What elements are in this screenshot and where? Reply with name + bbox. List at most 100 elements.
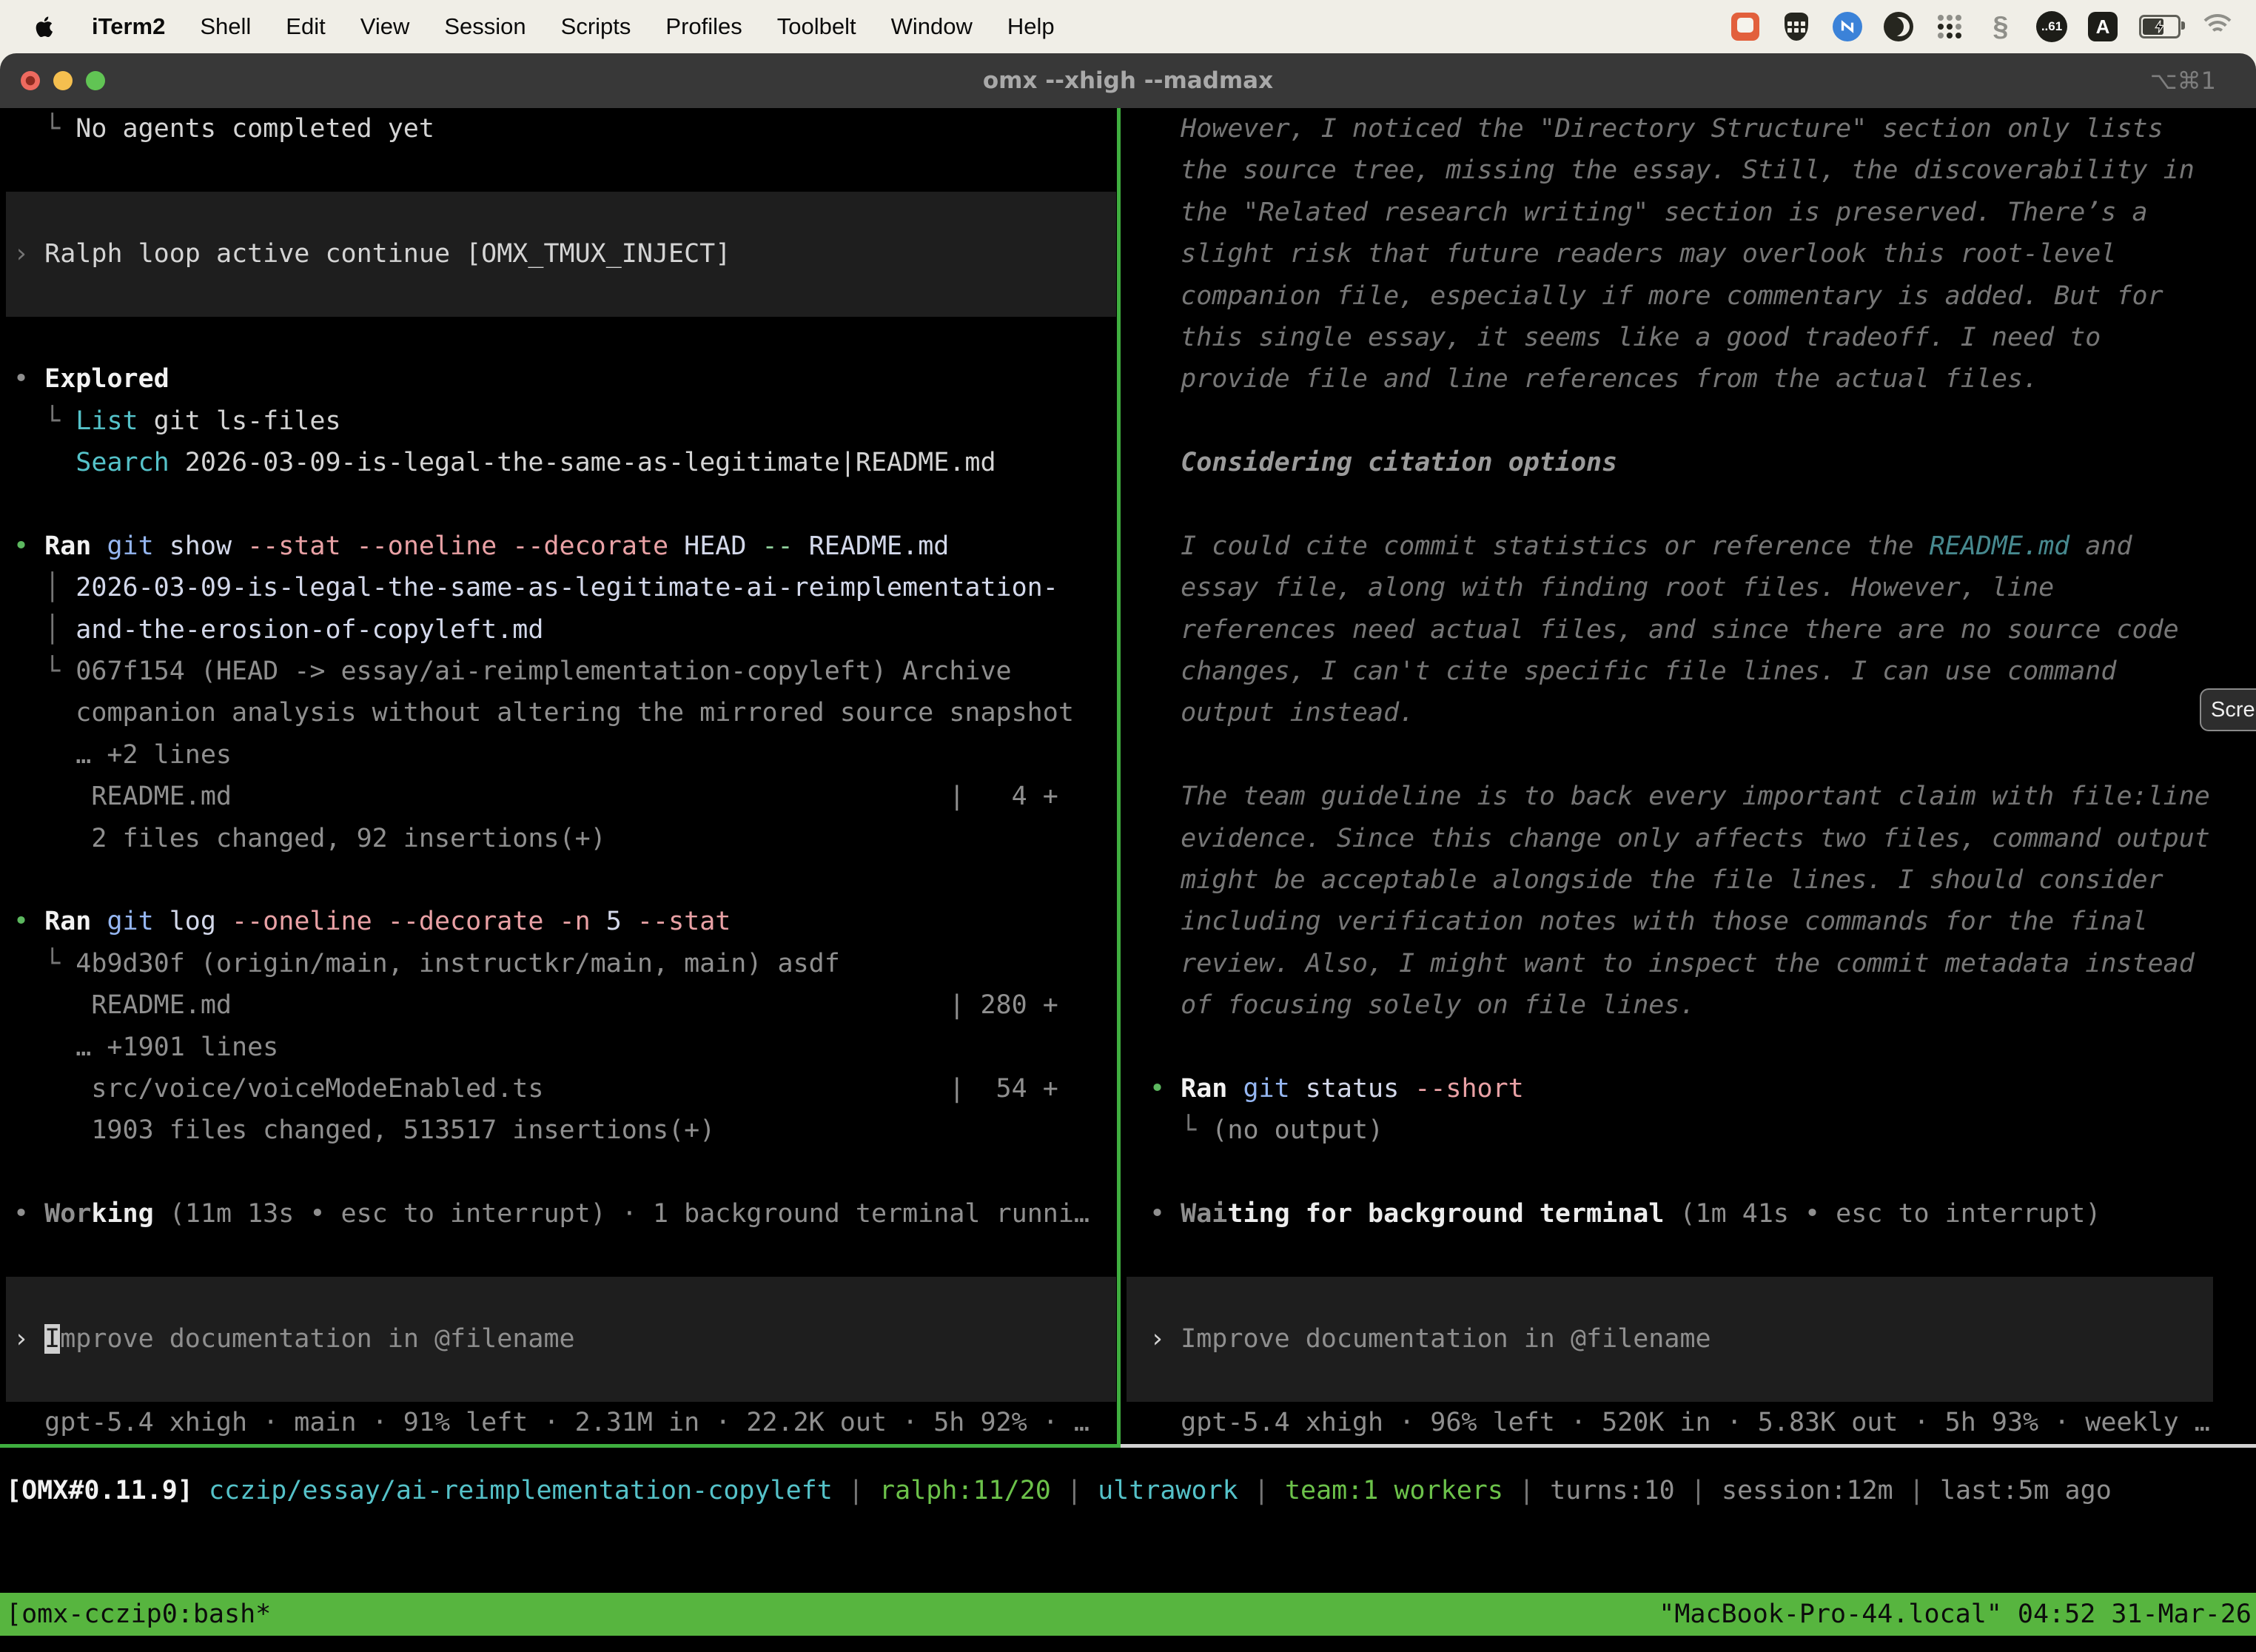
dots-grid-icon[interactable] <box>1934 11 1965 42</box>
terminal-row: Search 2026-03-09-is-legal-the-same-as-l… <box>0 442 1117 483</box>
apple-menu-icon[interactable] <box>33 12 58 41</box>
right-model-status-line: gpt-5.4 xhigh · 96% left · 520K in · 5.8… <box>1121 1402 2256 1443</box>
pane-divider[interactable] <box>1117 108 1121 1445</box>
terminal-row: • Working (11m 13s • esc to interrupt) ·… <box>0 1193 1117 1235</box>
right-prompt-lines: › Improve documentation in @filename <box>1127 1277 2213 1402</box>
terminal-row <box>0 317 1117 358</box>
pane-bottom-border-inactive <box>1121 1444 2256 1448</box>
terminal-row: › Improve documentation in @filename <box>6 1318 1116 1360</box>
terminal-row <box>6 1277 1116 1318</box>
terminal-row: … +1901 lines <box>0 1027 1117 1068</box>
omx-status-line: [OMX#0.11.9] cczip/essay/ai-reimplementa… <box>0 1470 2256 1511</box>
terminal-row: gpt-5.4 xhigh · main · 91% left · 2.31M … <box>0 1402 1117 1443</box>
right-prompt-box[interactable]: › Improve documentation in @filename <box>1127 1277 2213 1402</box>
terminal-row: • Explored <box>0 358 1117 400</box>
terminal-row: • Waiting for background terminal (1m 41… <box>1121 1193 2256 1235</box>
terminal-row: └ No agents completed yet <box>0 108 1117 150</box>
terminal-row: README.md | 4 + <box>0 776 1117 817</box>
terminal-row <box>1127 1277 2213 1318</box>
terminal-row <box>0 484 1117 526</box>
terminal-row <box>0 1235 1117 1277</box>
terminal-row: provide file and line references from th… <box>1121 358 2256 400</box>
menu-item-view[interactable]: View <box>360 13 410 39</box>
terminal-row: changes, I can't cite specific file line… <box>1121 651 2256 692</box>
left-pane-top-lines: └ No agents completed yet <box>0 108 1117 192</box>
menu-item-window[interactable]: Window <box>891 13 973 39</box>
menu-item-profiles[interactable]: Profiles <box>665 13 742 39</box>
terminal-row: this single essay, it seems like a good … <box>1121 317 2256 358</box>
terminal-row: output instead. <box>1121 692 2256 733</box>
screen: iTerm2 Shell Edit View Session Scripts Profile… <box>0 0 2256 1652</box>
left-prompt-box[interactable]: › Improve documentation in @filename <box>6 1277 1116 1402</box>
terminal-row: └ (no output) <box>1121 1109 2256 1151</box>
tmux-session-label[interactable]: [omx-cczip0:bash* <box>0 1593 271 1636</box>
terminal-row <box>0 150 1117 191</box>
terminal-row: • Ran git log --oneline --decorate -n 5 … <box>0 901 1117 942</box>
moon-icon[interactable] <box>1883 11 1914 42</box>
terminal-row <box>6 192 1116 233</box>
a-square-icon[interactable]: A <box>2087 11 2118 42</box>
terminal-row: 2 files changed, 92 insertions(+) <box>0 818 1117 859</box>
screen-notification-tooltip[interactable]: Scre <box>2200 688 2256 731</box>
window-title: omx --xhigh --madmax <box>0 53 2256 108</box>
pane-bottom-border-active <box>0 1444 1121 1448</box>
left-prompt-lines: › Improve documentation in @filename <box>6 1277 1116 1402</box>
terminal-row: └ 067f154 (HEAD -> essay/ai-reimplementa… <box>0 651 1117 692</box>
left-pane-body-lines: • Explored └ List git ls-files Search 20… <box>0 317 1117 1277</box>
terminal-row <box>1121 734 2256 776</box>
window-shortcut-badge: ⌥⌘1 <box>2150 53 2216 108</box>
menu-item-shell[interactable]: Shell <box>200 13 251 39</box>
terminal-row: └ List git ls-files <box>0 400 1117 442</box>
window-title-bar[interactable]: omx --xhigh --madmax ⌥⌘1 <box>0 53 2256 108</box>
right-pane[interactable]: However, I noticed the "Directory Struct… <box>1121 108 2256 1444</box>
menu-items: iTerm2 Shell Edit View Session Scripts Profile… <box>92 13 1090 40</box>
terminal-row: gpt-5.4 xhigh · 96% left · 520K in · 5.8… <box>1121 1402 2256 1443</box>
terminal-row <box>0 1152 1117 1193</box>
terminal-row: • Ran git status --short <box>1121 1068 2256 1109</box>
terminal-row: might be acceptable alongside the file l… <box>1121 859 2256 901</box>
terminal-row: companion file, especially if more comme… <box>1121 275 2256 317</box>
terminal-row <box>1121 484 2256 526</box>
ralph-loop-lines: › Ralph loop active continue [OMX_TMUX_I… <box>6 192 1116 317</box>
blue-badge-icon[interactable] <box>1832 11 1863 42</box>
pane-bottom-border <box>0 1444 2256 1448</box>
terminal-row: › Improve documentation in @filename <box>1127 1318 2213 1360</box>
terminal-row: The team guideline is to back every impo… <box>1121 776 2256 817</box>
terminal-row <box>1121 1235 2256 1277</box>
menu-item-toolbelt[interactable]: Toolbelt <box>777 13 856 39</box>
terminal-row: of focusing solely on file lines. <box>1121 984 2256 1026</box>
menu-item-edit[interactable]: Edit <box>286 13 325 39</box>
macos-menu-bar: iTerm2 Shell Edit View Session Scripts Profile… <box>0 0 2256 53</box>
tmux-status-bar: [omx-cczip0:bash* "MacBook-Pro-44.local"… <box>0 1593 2256 1636</box>
left-model-status-line: gpt-5.4 xhigh · main · 91% left · 2.31M … <box>0 1402 1117 1443</box>
terminal-row: including verification notes with those … <box>1121 901 2256 942</box>
menu-item-help[interactable]: Help <box>1007 13 1055 39</box>
gauge-61-icon[interactable]: ..61 <box>2036 11 2067 42</box>
menu-item-scripts[interactable]: Scripts <box>561 13 631 39</box>
terminal-row <box>1121 1027 2256 1068</box>
terminal-row: [OMX#0.11.9] cczip/essay/ai-reimplementa… <box>0 1470 2256 1511</box>
chat-icon[interactable] <box>1730 11 1761 42</box>
terminal-row: references need actual files, and since … <box>1121 609 2256 651</box>
terminal-row <box>1121 1152 2256 1193</box>
right-pane-body-lines: However, I noticed the "Directory Struct… <box>1121 108 2256 1277</box>
terminal-row: essay file, along with finding root file… <box>1121 567 2256 608</box>
terminal-row: review. Also, I might want to inspect th… <box>1121 943 2256 984</box>
terminal-row: I could cite commit statistics or refere… <box>1121 526 2256 567</box>
terminal-row <box>1121 400 2256 442</box>
terminal-row: … +2 lines <box>0 734 1117 776</box>
menu-item-session[interactable]: Session <box>444 13 526 39</box>
terminal-row: However, I noticed the "Directory Struct… <box>1121 108 2256 150</box>
terminal-row: src/voice/voiceModeEnabled.ts | 54 + <box>0 1068 1117 1109</box>
wifi-icon[interactable] <box>2201 14 2234 39</box>
terminal-row: • Ran git show --stat --oneline --decora… <box>0 526 1117 567</box>
battery-charging-icon[interactable] <box>2138 11 2181 42</box>
left-pane[interactable]: └ No agents completed yet › Ralph loop a… <box>0 108 1117 1444</box>
shield-icon[interactable] <box>1781 11 1812 42</box>
squiggle-icon[interactable]: § <box>1985 11 2016 42</box>
terminal-row: └ 4b9d30f (origin/main, instructkr/main,… <box>0 943 1117 984</box>
ralph-loop-box: › Ralph loop active continue [OMX_TMUX_I… <box>6 192 1116 317</box>
menu-item-iterm2[interactable]: iTerm2 <box>92 13 165 39</box>
terminal-row <box>6 1360 1116 1402</box>
terminal-row <box>0 859 1117 901</box>
